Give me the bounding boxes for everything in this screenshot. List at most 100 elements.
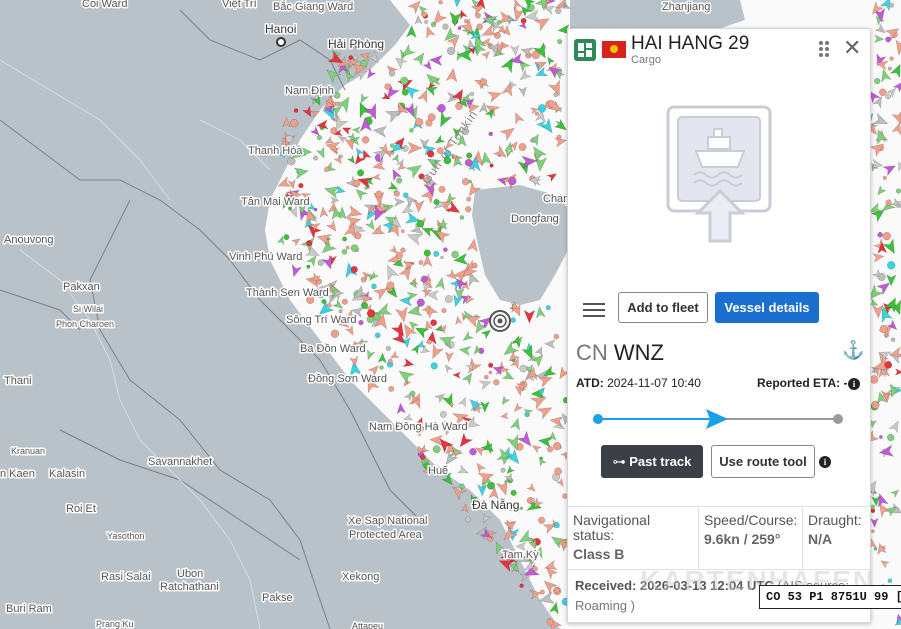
vessel-marker[interactable] [889,56,894,61]
vessel-marker[interactable] [426,150,435,158]
vessel-marker[interactable] [520,17,527,24]
vessel-marker[interactable] [496,19,502,25]
vessel-marker[interactable] [466,196,472,202]
vessel-marker[interactable] [534,111,539,116]
vessel-marker[interactable] [519,364,528,373]
vessel-marker[interactable] [420,275,428,283]
vessel-marker[interactable] [338,154,343,159]
vessel-marker[interactable] [409,128,414,133]
vessel-marker[interactable] [290,119,299,128]
vessel-marker[interactable] [326,303,332,308]
vessel-marker[interactable] [350,244,359,252]
vessel-marker[interactable] [418,260,424,265]
route-info-icon[interactable]: i [819,456,831,468]
vessel-marker[interactable] [885,36,892,43]
vessel-marker[interactable] [879,88,887,97]
vessel-marker[interactable] [518,143,527,151]
vessel-marker[interactable] [895,188,901,194]
vessel-marker[interactable] [555,7,562,15]
vessel-marker[interactable] [366,309,376,318]
vessel-marker[interactable] [488,362,494,368]
vessel-marker[interactable] [476,23,483,31]
vessel-marker[interactable] [341,248,348,255]
vessel-marker[interactable] [465,206,472,213]
vessel-marker[interactable] [293,108,299,113]
vessel-marker[interactable] [352,179,361,188]
vessel-marker[interactable] [433,250,440,257]
vessel-marker[interactable] [330,329,340,338]
vessel-marker[interactable] [879,324,888,334]
vessel-marker[interactable] [298,182,304,189]
vessel-marker[interactable] [400,76,409,85]
vessel-marker[interactable] [475,12,481,19]
drag-handle-icon[interactable] [818,40,830,58]
vessel-marker[interactable] [877,272,886,281]
vessel-marker[interactable] [285,134,294,143]
vessel-marker[interactable] [393,190,400,197]
vessel-marker[interactable] [443,247,448,253]
vessel-marker[interactable] [342,236,348,242]
vessel-marker[interactable] [432,445,441,454]
vessel-marker[interactable] [484,374,489,380]
vessel-marker[interactable] [538,388,544,395]
vessel-marker[interactable] [389,143,395,149]
vessel-marker[interactable] [539,589,545,595]
vessel-marker[interactable] [306,240,313,247]
vessel-marker[interactable] [887,433,895,442]
vessel-marker[interactable] [870,504,876,510]
vessel-marker[interactable] [388,70,396,77]
menu-icon[interactable] [583,299,605,317]
vessel-marker[interactable] [557,39,563,45]
vessel-marker[interactable] [457,26,462,30]
vessel-marker[interactable] [488,370,493,375]
vessel-marker[interactable] [519,583,524,588]
anchor-icon[interactable]: ⚓ [842,340,864,361]
vessel-marker[interactable] [869,375,879,384]
vessel-marker[interactable] [324,166,330,172]
vessel-marker[interactable] [451,250,459,259]
vessel-marker[interactable] [461,177,470,186]
vessel-marker[interactable] [352,54,359,60]
vessel-marker[interactable] [357,169,365,177]
vessel-marker[interactable] [430,362,438,370]
vessel-marker[interactable] [464,516,471,523]
vessel-marker[interactable] [386,281,395,290]
vessel-marker[interactable] [472,262,478,268]
vessel-marker[interactable] [416,298,425,307]
vessel-marker[interactable] [338,309,343,314]
vessel-marker[interactable] [438,185,446,193]
vessel-marker[interactable] [401,88,409,96]
vessel-photo-placeholder-icon[interactable] [666,103,774,245]
vessel-marker[interactable] [553,333,560,340]
vessel-marker[interactable] [341,298,348,305]
vessel-marker[interactable] [374,332,381,339]
use-route-tool-button[interactable]: Use route tool [711,445,815,478]
vessel-marker[interactable] [441,307,447,314]
vessel-marker[interactable] [420,454,426,460]
vessel-marker[interactable] [375,190,383,198]
vessel-marker[interactable] [364,186,368,190]
vessel-marker[interactable] [416,220,425,228]
vessel-marker[interactable] [874,77,881,85]
vessel-marker[interactable] [439,410,447,418]
vessel-details-button[interactable]: Vessel details [715,292,819,323]
vessel-marker[interactable] [396,177,403,184]
vessel-marker[interactable] [459,483,465,490]
vessel-marker[interactable] [283,234,290,241]
vessel-marker[interactable] [887,578,893,583]
vessel-marker[interactable] [547,446,554,453]
vessel-marker[interactable] [345,245,350,250]
vessel-marker[interactable] [415,117,424,127]
vessel-marker[interactable] [433,199,440,206]
vessel-marker[interactable] [426,339,433,345]
vessel-marker[interactable] [446,46,456,56]
vessel-marker[interactable] [371,283,377,290]
vessel-marker[interactable] [882,175,887,180]
vessel-marker[interactable] [317,259,324,266]
vessel-marker[interactable] [552,441,562,451]
vessel-marker[interactable] [395,251,403,259]
vessel-marker[interactable] [538,516,546,524]
vessel-marker[interactable] [500,467,506,473]
add-to-fleet-button[interactable]: Add to fleet [618,292,708,323]
vessel-marker[interactable] [464,158,473,167]
